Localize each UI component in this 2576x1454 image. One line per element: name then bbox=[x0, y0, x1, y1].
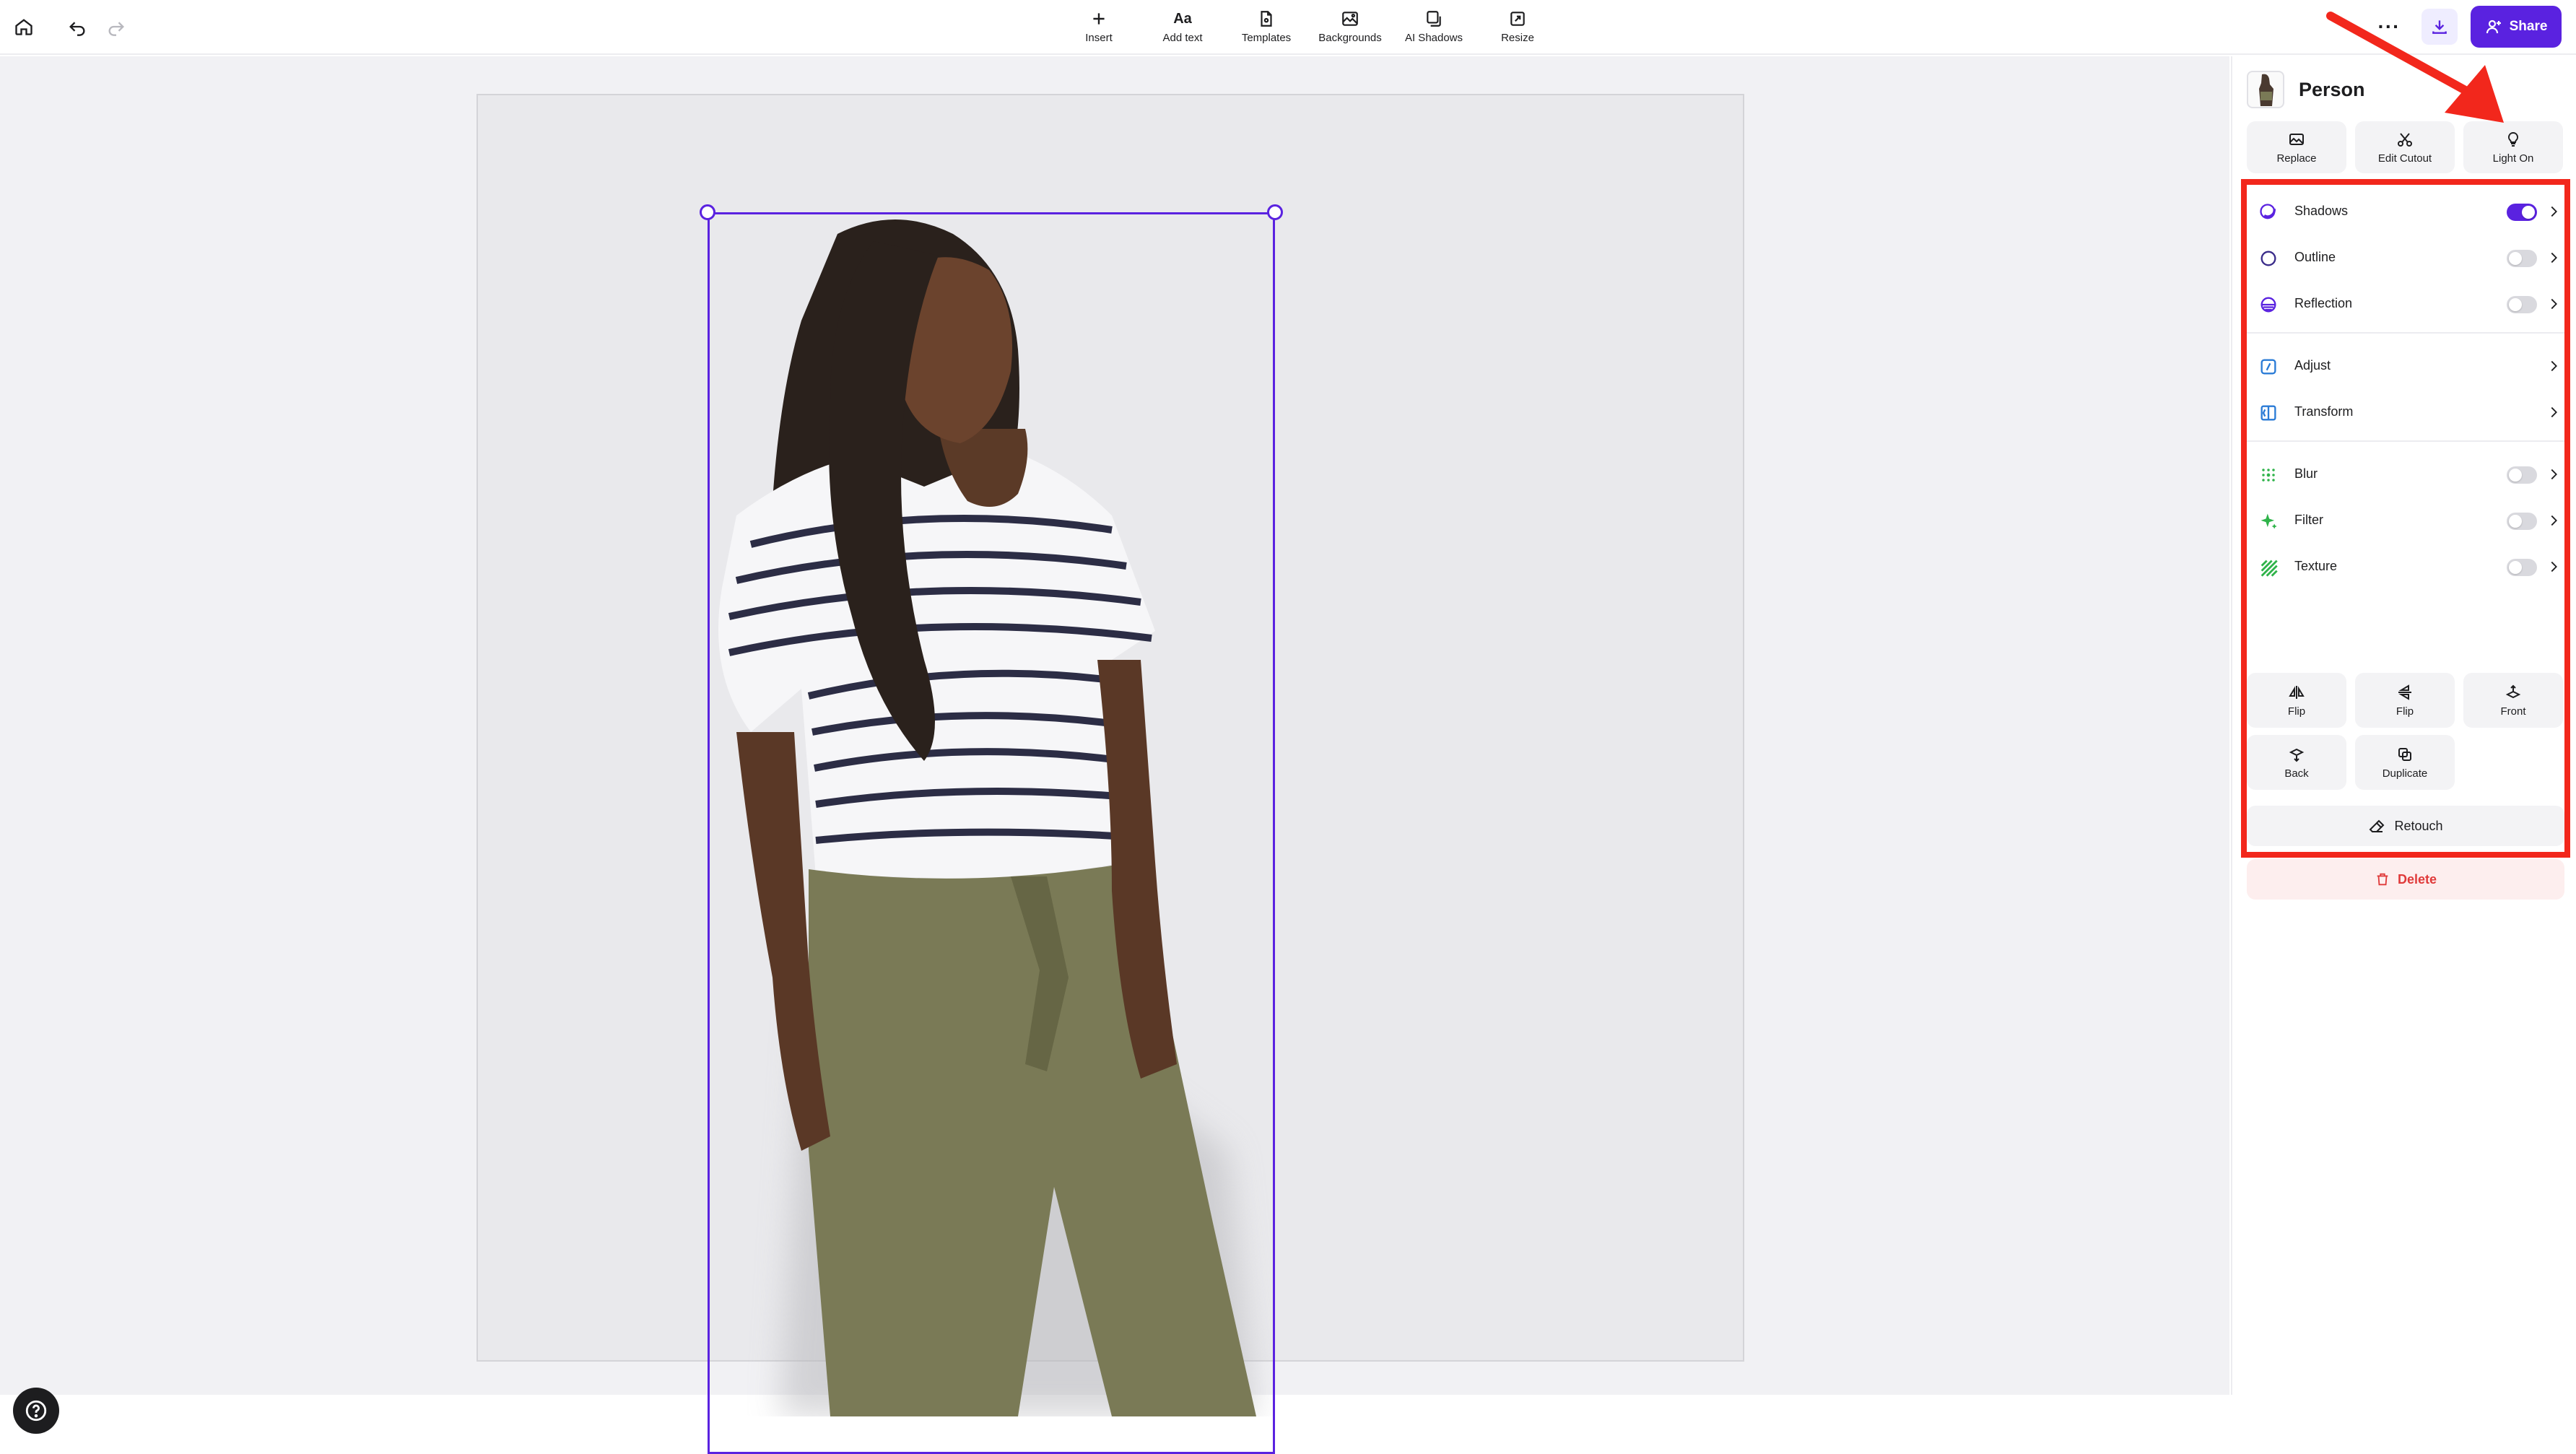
selection-box[interactable] bbox=[708, 212, 1275, 1454]
scissors-icon bbox=[2398, 132, 2412, 147]
templates-button[interactable]: Templates bbox=[1227, 4, 1305, 49]
canvas-area[interactable] bbox=[0, 56, 2229, 1454]
resize-handle-top-right[interactable] bbox=[1267, 204, 1283, 220]
redo-icon[interactable] bbox=[100, 10, 133, 43]
delete-button[interactable]: Delete bbox=[2247, 859, 2564, 900]
plus-icon bbox=[1093, 13, 1105, 25]
home-icon[interactable] bbox=[7, 10, 40, 43]
resize-label: Resize bbox=[1501, 32, 1534, 44]
replace-label: Replace bbox=[2276, 152, 2317, 165]
light-on-label: Light On bbox=[2492, 152, 2534, 165]
backgrounds-button[interactable]: Backgrounds bbox=[1311, 4, 1389, 49]
backgrounds-label: Backgrounds bbox=[1318, 32, 1382, 44]
resize-button[interactable]: Resize bbox=[1479, 4, 1557, 49]
resize-icon bbox=[1510, 12, 1525, 26]
ai-shadows-button[interactable]: AI Shadows bbox=[1395, 4, 1473, 49]
image-icon bbox=[2289, 133, 2304, 145]
layer-actions: Replace Edit Cutout Light On bbox=[2247, 121, 2563, 173]
add-text-label: Add text bbox=[1162, 32, 1203, 44]
annotation-highlight-box bbox=[2241, 179, 2570, 858]
add-text-button[interactable]: Aa Add text bbox=[1144, 4, 1222, 49]
undo-icon[interactable] bbox=[61, 10, 94, 43]
center-tools: Insert Aa Add text Templates Backgrounds… bbox=[1060, 4, 1557, 49]
annotation-arrow-icon bbox=[2326, 12, 2504, 123]
ai-shadows-icon bbox=[1427, 11, 1441, 27]
light-on-button[interactable]: Light On bbox=[2463, 121, 2563, 173]
resize-handle-top-left[interactable] bbox=[700, 204, 715, 220]
backgrounds-icon bbox=[1342, 12, 1358, 26]
edit-cutout-label: Edit Cutout bbox=[2377, 152, 2432, 165]
replace-button[interactable]: Replace bbox=[2247, 121, 2346, 173]
insert-label: Insert bbox=[1085, 32, 1113, 44]
insert-button[interactable]: Insert bbox=[1060, 4, 1138, 49]
help-icon bbox=[25, 1400, 47, 1422]
lightbulb-icon bbox=[2507, 131, 2519, 147]
trash-icon bbox=[2377, 873, 2388, 886]
top-toolbar: Insert Aa Add text Templates Backgrounds… bbox=[0, 0, 2576, 55]
layer-thumbnail bbox=[2247, 71, 2284, 108]
templates-icon bbox=[1261, 11, 1272, 27]
templates-label: Templates bbox=[1241, 32, 1292, 44]
text-icon: Aa bbox=[1173, 11, 1192, 27]
ai-shadows-label: AI Shadows bbox=[1404, 32, 1463, 44]
delete-label: Delete bbox=[2397, 871, 2437, 887]
edit-cutout-button[interactable]: Edit Cutout bbox=[2355, 121, 2455, 173]
